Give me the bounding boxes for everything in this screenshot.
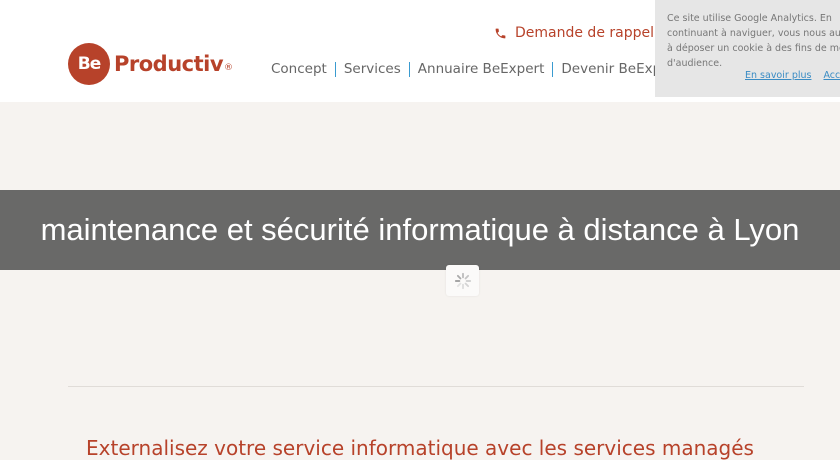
- cookie-text-line: à déposer un cookie à des fins de mesure: [667, 43, 840, 54]
- phone-icon: [495, 28, 506, 38]
- nav-item-annuaire-beexpert[interactable]: Annuaire BeExpert: [418, 61, 545, 77]
- loading-spinner-icon: [446, 265, 479, 296]
- cookie-text-line: Ce site utilise Google Analytics. En: [667, 13, 832, 24]
- main-nav: Concept Services Annuaire BeExpert Deven…: [271, 61, 680, 77]
- cookie-more-link[interactable]: En savoir plus: [745, 70, 811, 81]
- spinner-icon: [454, 272, 471, 289]
- cookie-accept-link[interactable]: Accepter: [823, 70, 840, 81]
- hero-banner: maintenance et sécurité informatique à d…: [0, 190, 840, 270]
- cookie-text-line: continuant à naviguer, vous nous autoris…: [667, 28, 840, 39]
- callback-label: Demande de rappel: [515, 25, 654, 41]
- section-heading: Externalisez votre service informatique …: [86, 436, 754, 460]
- page-title: maintenance et sécurité informatique à d…: [40, 212, 800, 247]
- callback-link[interactable]: Demande de rappel: [494, 25, 654, 41]
- cookie-links: En savoir plus Accepter: [745, 70, 840, 81]
- logo-registered-mark: ®: [224, 63, 234, 73]
- cookie-notice: Ce site utilise Google Analytics. En con…: [655, 0, 840, 97]
- nav-item-concept[interactable]: Concept: [271, 61, 327, 77]
- section-divider: [68, 386, 804, 387]
- nav-item-services[interactable]: Services: [344, 61, 401, 77]
- logo-text: Productiv: [114, 52, 224, 76]
- nav-separator: [334, 61, 336, 77]
- beproductiv-logo[interactable]: Be Productiv ®: [68, 43, 233, 85]
- cookie-text-line: d'audience.: [667, 58, 723, 69]
- logo-mark: Be: [68, 43, 110, 85]
- nav-separator: [408, 61, 410, 77]
- nav-separator: [552, 61, 554, 77]
